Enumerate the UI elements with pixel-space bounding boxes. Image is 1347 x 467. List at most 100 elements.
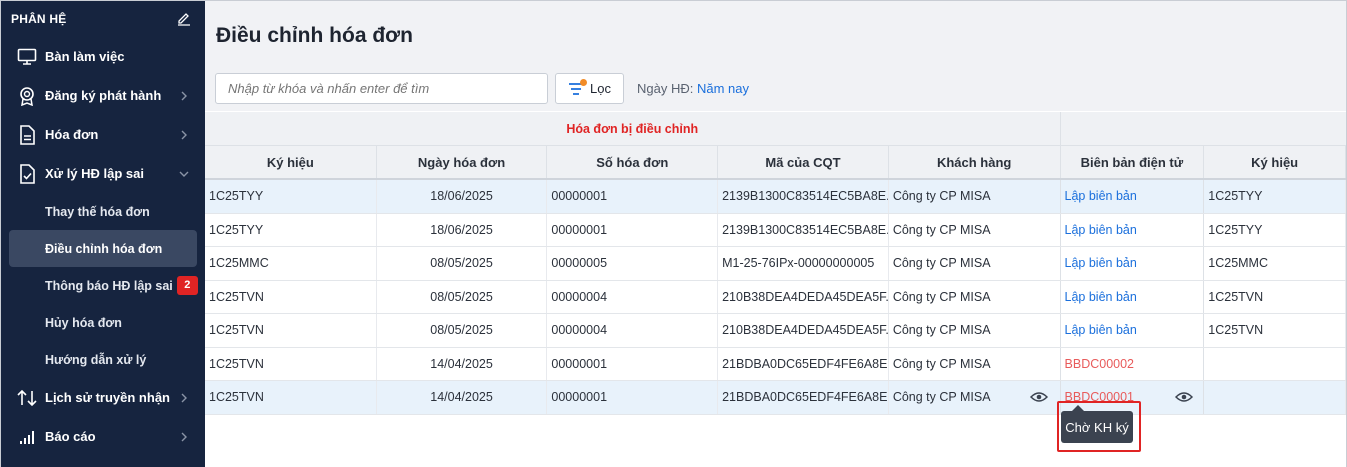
cell-khach-hang: Công ty CP MISA xyxy=(889,247,1061,280)
status-tooltip: Chờ KH ký xyxy=(1061,405,1133,443)
table-row[interactable]: 1C25MMC 08/05/2025 00000005 M1-25-76IPx-… xyxy=(205,247,1347,281)
sidebar-subitem-huong-dan[interactable]: Hướng dẫn xử lý xyxy=(1,341,205,378)
search-input[interactable] xyxy=(215,73,548,104)
cell-ky-hieu-2 xyxy=(1204,381,1347,414)
column-header-khach-hang[interactable]: Khách hàng xyxy=(889,146,1061,178)
cell-khach-hang: Công ty CP MISA xyxy=(889,347,1061,380)
cell-ky-hieu: 1C25TVN xyxy=(205,314,377,347)
cell-ngay: 14/04/2025 xyxy=(377,347,548,380)
cell-so: 00000001 xyxy=(547,180,719,213)
cell-ngay: 18/06/2025 xyxy=(377,213,548,246)
invoice-table: Hóa đơn bị điều chỉnh Ký hiệu Ngày hóa đ… xyxy=(205,112,1347,415)
customer-name: Công ty CP MISA xyxy=(892,390,991,405)
cell-ky-hieu-2: 1C25TYY xyxy=(1204,180,1347,213)
bar-chart-icon xyxy=(17,427,37,447)
transfer-icon xyxy=(17,388,37,408)
eye-icon[interactable] xyxy=(1175,391,1194,403)
cell-so: 00000001 xyxy=(547,381,719,414)
toolbar: Điều chỉnh hóa đơn Lọc Ngày HĐ: Năm nay xyxy=(205,1,1346,111)
sidebar-subitem-label: Thông báo HĐ lập sai xyxy=(45,278,173,293)
cell-ma-cqt: 21BDBA0DC65EDF4FE6A8E... xyxy=(718,381,889,414)
cell-ky-hieu-2 xyxy=(1204,347,1347,380)
filter-button[interactable]: Lọc xyxy=(555,73,624,104)
cell-so: 00000004 xyxy=(547,314,719,347)
chevron-right-icon xyxy=(181,432,187,441)
cell-ngay: 08/05/2025 xyxy=(377,280,548,313)
sidebar-subitem-label: Điều chỉnh hóa đơn xyxy=(45,241,163,256)
document-icon xyxy=(17,124,37,145)
sidebar-item-label: Bàn làm việc xyxy=(45,49,125,64)
sidebar-subitem-huy[interactable]: Hủy hóa đơn xyxy=(1,304,205,341)
group-header-adjusted: Hóa đơn bị điều chỉnh xyxy=(205,112,1061,146)
sidebar-item-lich-su-truyen-nhan[interactable]: Lịch sử truyền nhận xyxy=(1,378,205,417)
column-header-so-hoa-don[interactable]: Số hóa đơn xyxy=(547,146,719,178)
sidebar-item-ban-lam-viec[interactable]: Bàn làm việc xyxy=(1,37,205,76)
award-icon xyxy=(17,86,37,106)
cell-ky-hieu: 1C25TYY xyxy=(205,180,377,213)
column-header-ky-hieu[interactable]: Ký hiệu xyxy=(205,146,377,178)
sidebar-item-hoa-don[interactable]: Hóa đơn xyxy=(1,115,205,154)
cell-ky-hieu: 1C25TYY xyxy=(205,213,377,246)
cell-ky-hieu: 1C25TVN xyxy=(205,347,377,380)
sidebar-subitem-thong-bao[interactable]: Thông báo HĐ lập sai 2 xyxy=(1,267,205,304)
eye-icon[interactable] xyxy=(1029,391,1048,403)
column-header-bien-ban[interactable]: Biên bản điện tử xyxy=(1061,146,1205,178)
chevron-down-icon xyxy=(179,171,189,177)
cell-so: 00000005 xyxy=(547,247,719,280)
main-content: Điều chỉnh hóa đơn Lọc Ngày HĐ: Năm nay … xyxy=(205,1,1347,467)
table-row[interactable]: 1C25TVN 08/05/2025 00000004 210B38DEA4DE… xyxy=(205,314,1347,348)
table-row[interactable]: 1C25TYY 18/06/2025 00000001 2139B1300C83… xyxy=(205,180,1347,214)
cell-ngay: 18/06/2025 xyxy=(377,180,548,213)
sidebar-item-dang-ky-phat-hanh[interactable]: Đăng ký phát hành xyxy=(1,76,205,115)
table-row[interactable]: 1C25TYY 18/06/2025 00000001 2139B1300C83… xyxy=(205,213,1347,247)
date-filter[interactable]: Ngày HĐ: Năm nay xyxy=(637,81,749,96)
filter-active-dot xyxy=(580,78,588,86)
column-header-ky-hieu-2[interactable]: Ký hiệu xyxy=(1204,146,1347,178)
cell-ky-hieu-2: 1C25TYY xyxy=(1204,213,1347,246)
monitor-icon xyxy=(17,47,37,67)
sidebar-item-label: Đăng ký phát hành xyxy=(45,88,162,103)
sidebar: PHÂN HỆ Bàn làm việc Đăng ký phát hành H… xyxy=(1,1,205,467)
table-row[interactable]: 1C25TVN 08/05/2025 00000004 210B38DEA4DE… xyxy=(205,280,1347,314)
create-report-link[interactable]: Lập biên bản xyxy=(1061,280,1205,313)
cell-ma-cqt: M1-25-76IPx-00000000005 xyxy=(718,247,889,280)
table-row[interactable]: 1C25TVN 14/04/2025 00000001 21BDBA0DC65E… xyxy=(205,347,1347,381)
cell-so: 00000001 xyxy=(547,213,719,246)
document-check-icon xyxy=(17,163,37,184)
sidebar-item-label: Xử lý HĐ lập sai xyxy=(45,166,145,181)
column-header-ngay-hoa-don[interactable]: Ngày hóa đơn xyxy=(377,146,548,178)
date-filter-value[interactable]: Năm nay xyxy=(697,81,749,96)
sidebar-subitem-label: Thay thế hóa đơn xyxy=(45,204,150,219)
edit-icon[interactable] xyxy=(177,12,191,26)
report-number-link[interactable]: BBDC00002 xyxy=(1061,347,1205,380)
chevron-right-icon xyxy=(181,91,187,100)
filter-label: Lọc xyxy=(590,81,611,96)
create-report-link[interactable]: Lập biên bản xyxy=(1061,180,1205,213)
cell-ky-hieu: 1C25MMC xyxy=(205,247,377,280)
sidebar-subitem-label: Hướng dẫn xử lý xyxy=(45,352,147,367)
create-report-link[interactable]: Lập biên bản xyxy=(1061,314,1205,347)
create-report-link[interactable]: Lập biên bản xyxy=(1061,247,1205,280)
sidebar-subitem-dieu-chinh[interactable]: Điều chỉnh hóa đơn xyxy=(9,230,197,267)
sidebar-item-label: Hóa đơn xyxy=(45,127,99,142)
cell-khach-hang: Công ty CP MISA xyxy=(889,280,1061,313)
cell-ma-cqt: 21BDBA0DC65EDF4FE6A8E... xyxy=(718,347,889,380)
sidebar-item-xu-ly-hd-lap-sai[interactable]: Xử lý HĐ lập sai xyxy=(1,154,205,193)
column-header-ma-cqt[interactable]: Mã của CQT xyxy=(718,146,889,178)
table-header: Ký hiệu Ngày hóa đơn Số hóa đơn Mã của C… xyxy=(205,146,1347,180)
cell-ky-hieu: 1C25TVN xyxy=(205,280,377,313)
cell-ma-cqt: 210B38DEA4DEDA45DEA5F... xyxy=(718,314,889,347)
table-row[interactable]: 1C25TVN 14/04/2025 00000001 21BDBA0DC65E… xyxy=(205,381,1347,415)
sidebar-subitem-thay-the[interactable]: Thay thế hóa đơn xyxy=(1,193,205,230)
cell-so: 00000004 xyxy=(547,280,719,313)
sidebar-item-label: Lịch sử truyền nhận xyxy=(45,390,170,405)
page-title: Điều chỉnh hóa đơn xyxy=(216,24,413,47)
cell-ngay: 08/05/2025 xyxy=(377,247,548,280)
sidebar-title: PHÂN HỆ xyxy=(11,12,67,26)
cell-khach-hang: Công ty CP MISA xyxy=(889,180,1061,213)
sidebar-item-bao-cao[interactable]: Báo cáo xyxy=(1,417,205,456)
cell-ky-hieu: 1C25TVN xyxy=(205,381,377,414)
create-report-link[interactable]: Lập biên bản xyxy=(1061,213,1205,246)
cell-ngay: 14/04/2025 xyxy=(377,381,548,414)
cell-ma-cqt: 210B38DEA4DEDA45DEA5F... xyxy=(718,280,889,313)
